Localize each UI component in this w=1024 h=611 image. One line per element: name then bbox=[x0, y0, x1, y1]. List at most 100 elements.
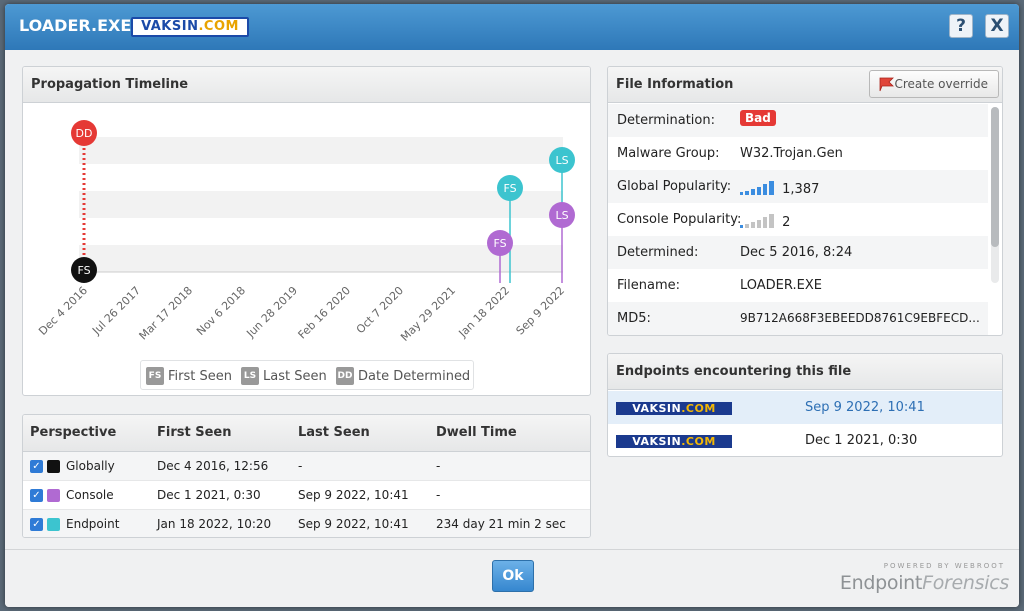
endpoint-checkbox[interactable]: ✓ bbox=[30, 517, 43, 531]
perspective-name: Console bbox=[66, 487, 114, 502]
scrollbar-thumb[interactable] bbox=[991, 107, 999, 247]
endpoint-row[interactable]: VAKSIN.COM Sep 9 2022, 10:41 bbox=[608, 391, 1002, 424]
marker-fs-globally[interactable]: FS bbox=[71, 257, 97, 283]
md5-label: MD5: bbox=[617, 311, 651, 326]
determination-label: Determination: bbox=[617, 113, 715, 128]
globally-checkbox[interactable]: ✓ bbox=[30, 459, 43, 473]
timeline-chart: DD FS FS FS LS LS Dec 4 2016 Jul 26 2017… bbox=[36, 110, 575, 344]
perspective-header-row: Perspective First Seen Last Seen Dwell T… bbox=[23, 415, 590, 452]
file-info-scrollbar[interactable] bbox=[991, 107, 999, 283]
console-popularity-row: Console Popularity: 2 bbox=[608, 203, 988, 236]
marker-label: LS bbox=[555, 209, 568, 222]
dwell-cell: - bbox=[429, 451, 590, 481]
x-tick-label: Nov 6 2018 bbox=[194, 284, 248, 338]
table-row: ✓ Endpoint Jan 18 2022, 10:20 Sep 9 2022,… bbox=[23, 509, 590, 537]
timeline-band bbox=[79, 137, 563, 164]
color-swatch bbox=[47, 517, 60, 531]
x-tick-label: Feb 16 2020 bbox=[296, 284, 354, 342]
endpoint-logo-suffix: .COM bbox=[681, 402, 716, 415]
console-popularity-value: 2 bbox=[740, 212, 790, 230]
brand-badge: VAKSIN.COM bbox=[131, 17, 249, 37]
console-popularity-bars-icon bbox=[740, 214, 774, 228]
bad-badge: Bad bbox=[740, 110, 776, 126]
column-header: Perspective bbox=[23, 415, 150, 452]
marker-fs-console[interactable]: FS bbox=[487, 230, 513, 256]
logo-part-2: Forensics bbox=[922, 572, 1009, 594]
dialog-footer: Ok POWERED BY WEBROOT EndpointForensics bbox=[5, 549, 1019, 607]
x-tick-label: Oct 7 2020 bbox=[354, 284, 406, 336]
endpoints-panel: Endpoints encountering this file VAKSIN.… bbox=[607, 353, 1003, 457]
endpoint-logo: VAKSIN.COM bbox=[616, 435, 732, 448]
dialog-title: LOADER.EXE bbox=[19, 16, 132, 35]
x-tick-label: Jun 28 2019 bbox=[243, 284, 300, 341]
legend-label: First Seen bbox=[168, 368, 232, 384]
x-tick-label: May 29 2021 bbox=[398, 284, 458, 344]
global-popularity-row: Global Popularity: 1,387 bbox=[608, 170, 988, 203]
marker-label: FS bbox=[77, 264, 90, 277]
console-popularity-label: Console Popularity: bbox=[617, 212, 742, 227]
x-tick-label: Dec 4 2016 bbox=[36, 284, 90, 338]
x-tick-label: Jan 18 2022 bbox=[456, 284, 513, 341]
timeline-legend: FS First Seen LS Last Seen DD Date Determin… bbox=[140, 360, 474, 390]
filename-row: Filename: LOADER.EXE bbox=[608, 269, 988, 302]
legend-date-determined: DD Date Determined bbox=[336, 367, 470, 385]
override-flag-icon bbox=[879, 77, 894, 92]
column-header: Dwell Time bbox=[429, 415, 590, 452]
marker-label: FS bbox=[493, 237, 506, 250]
global-popularity-label: Global Popularity: bbox=[617, 179, 732, 194]
timeline-x-ticks: Dec 4 2016 Jul 26 2017 Mar 17 2018 Nov 6… bbox=[36, 284, 567, 344]
table-row: ✓ Console Dec 1 2021, 0:30 Sep 9 2022, 10… bbox=[23, 480, 590, 510]
marker-label: DD bbox=[76, 127, 93, 140]
perspective-cell: ✓ Endpoint bbox=[23, 509, 150, 537]
marker-fs-endpoint[interactable]: FS bbox=[497, 175, 523, 201]
marker-ls-endpoint[interactable]: LS bbox=[549, 147, 575, 173]
endpoint-row[interactable]: VAKSIN.COM Dec 1 2021, 0:30 bbox=[608, 424, 1002, 456]
logo-part-1: Endpoint bbox=[839, 572, 923, 594]
last-seen-cell: - bbox=[291, 451, 429, 481]
global-popularity-value: 1,387 bbox=[740, 179, 819, 197]
first-seen-cell: Dec 4 2016, 12:56 bbox=[150, 451, 291, 481]
column-header: Last Seen bbox=[291, 415, 429, 452]
endpoint-date: Sep 9 2022, 10:41 bbox=[805, 400, 925, 415]
create-override-button[interactable]: Create override bbox=[869, 70, 999, 98]
malware-group-row: Malware Group: W32.Trojan.Gen bbox=[608, 137, 988, 170]
md5-row: MD5: 9B712A668F3EBEEDD8761C9EBFECD... bbox=[608, 302, 988, 335]
endpoint-logo-prefix: VAKSIN bbox=[632, 402, 682, 415]
console-checkbox[interactable]: ✓ bbox=[30, 488, 43, 502]
marker-dd-globally[interactable]: DD bbox=[71, 120, 97, 146]
last-seen-cell: Sep 9 2022, 10:41 bbox=[291, 509, 429, 537]
endpoint-logo-prefix: VAKSIN bbox=[632, 435, 682, 448]
determined-row: Determined: Dec 5 2016, 8:24 bbox=[608, 236, 988, 269]
x-tick-label: Mar 17 2018 bbox=[137, 284, 196, 343]
global-popularity-count: 1,387 bbox=[782, 182, 820, 197]
dwell-cell: - bbox=[429, 480, 590, 510]
last-seen-cell: Sep 9 2022, 10:41 bbox=[291, 480, 429, 510]
dialog-titlebar: LOADER.EXE VAKSIN.COM ? X bbox=[5, 4, 1019, 50]
first-seen-cell: Dec 1 2021, 0:30 bbox=[150, 480, 291, 510]
color-swatch bbox=[47, 488, 60, 502]
filename-label: Filename: bbox=[617, 278, 681, 293]
legend-label: Last Seen bbox=[263, 368, 327, 384]
timeline-title: Propagation Timeline bbox=[23, 67, 590, 103]
x-tick-label: Jul 26 2017 bbox=[89, 284, 143, 338]
ok-button[interactable]: Ok bbox=[492, 560, 534, 592]
create-override-label: Create override bbox=[894, 77, 988, 91]
x-tick-label: Sep 9 2022 bbox=[514, 284, 568, 338]
marker-ls-console[interactable]: LS bbox=[549, 202, 575, 228]
perspective-table: Perspective First Seen Last Seen Dwell T… bbox=[23, 415, 590, 537]
legend-code: FS bbox=[146, 367, 164, 385]
table-row: ✓ Globally Dec 4 2016, 12:56 - - bbox=[23, 451, 590, 481]
determined-value: Dec 5 2016, 8:24 bbox=[740, 245, 853, 260]
perspective-name: Globally bbox=[66, 458, 115, 473]
malware-group-label: Malware Group: bbox=[617, 146, 720, 161]
close-button[interactable]: X bbox=[985, 14, 1009, 38]
propagation-timeline-panel: Propagation Timeline DD FS FS FS LS LS D… bbox=[22, 66, 591, 396]
color-swatch bbox=[47, 459, 60, 473]
marker-label: FS bbox=[503, 182, 516, 195]
help-button[interactable]: ? bbox=[949, 14, 973, 38]
determined-label: Determined: bbox=[617, 245, 699, 260]
file-information-panel: File Information Create override Determi… bbox=[607, 66, 1003, 336]
legend-first-seen: FS First Seen bbox=[146, 367, 232, 385]
malware-group-value: W32.Trojan.Gen bbox=[740, 146, 843, 161]
endpoint-forensics-logo: EndpointForensics bbox=[840, 572, 1009, 594]
